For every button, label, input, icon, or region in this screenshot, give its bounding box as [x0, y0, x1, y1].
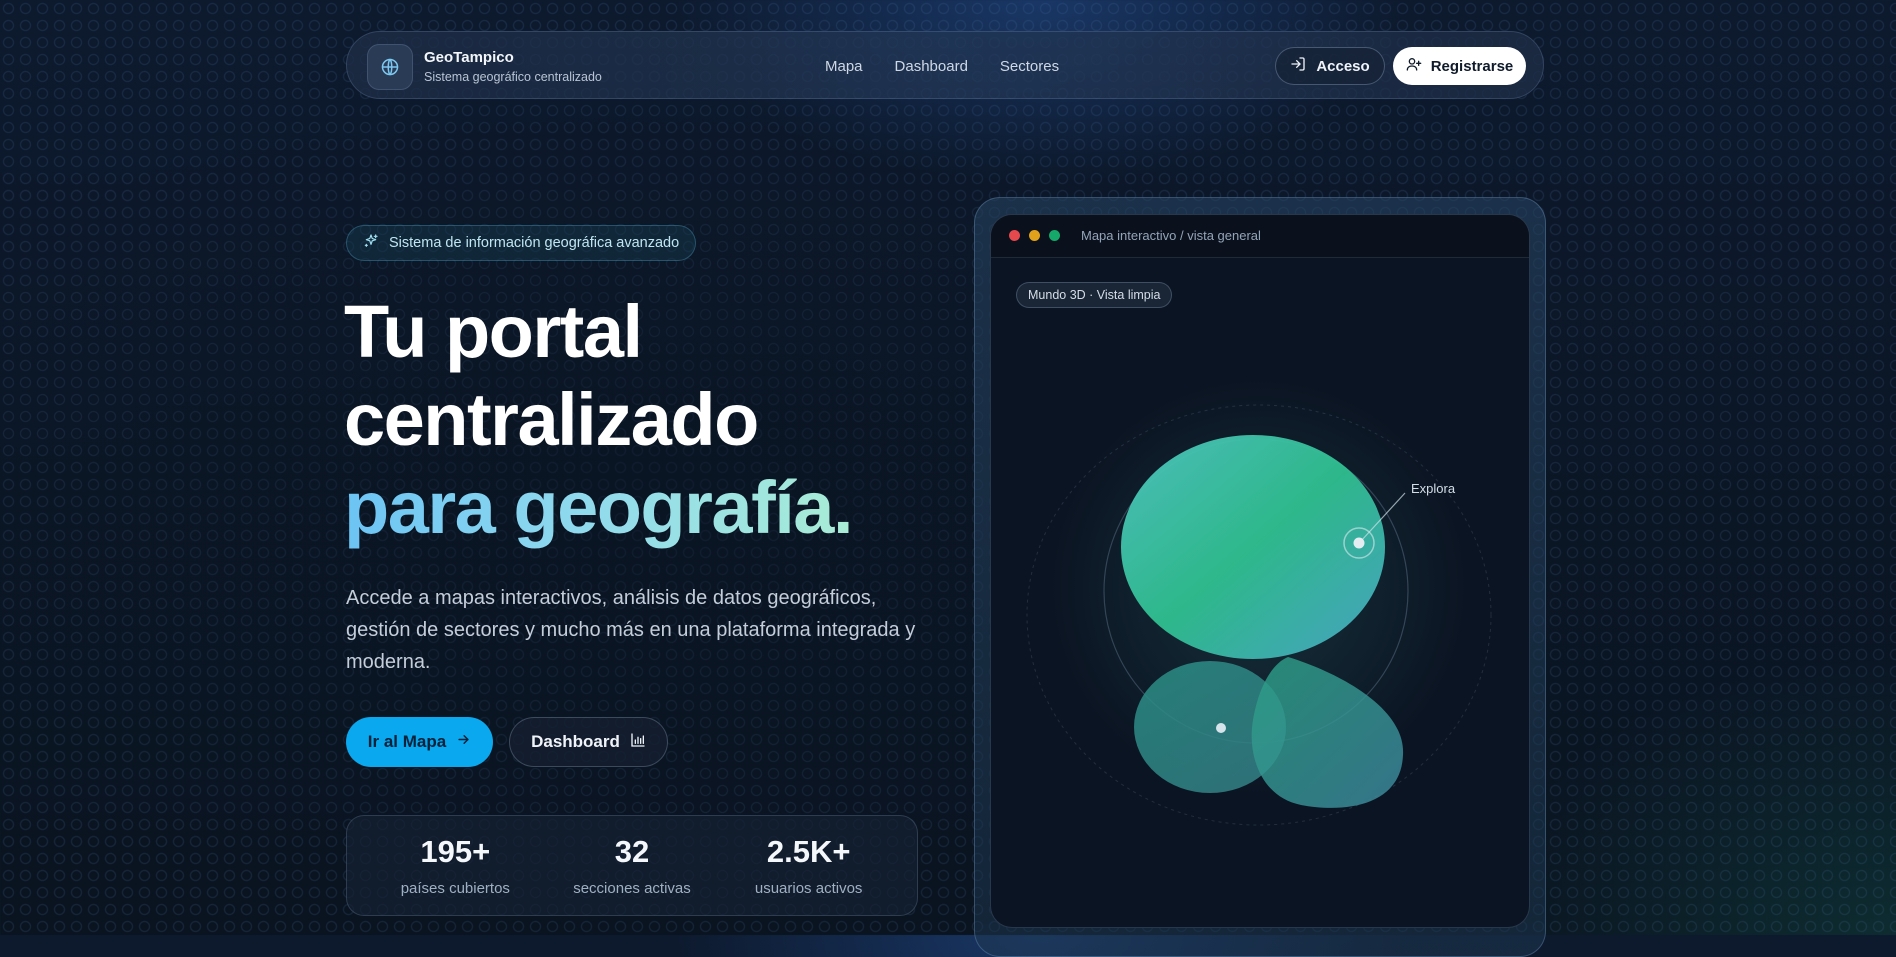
stat-countries: 195+ países cubiertos — [375, 834, 535, 897]
nav-link-sectores[interactable]: Sectores — [1000, 58, 1059, 75]
login-button[interactable]: Acceso — [1275, 47, 1385, 85]
navbar: GeoTampico Sistema geográfico centraliza… — [346, 31, 1544, 99]
globe-illustration[interactable]: Explora — [991, 215, 1530, 928]
register-button[interactable]: Registrarse — [1393, 47, 1526, 85]
hero-badge-label: Sistema de información geográfica avanza… — [389, 235, 680, 251]
globe-icon[interactable] — [367, 44, 413, 90]
hero-title-line2: centralizado — [344, 378, 759, 461]
stat-value: 195+ — [420, 834, 491, 869]
background-pattern — [0, 0, 1896, 935]
stat-label: secciones activas — [573, 880, 691, 897]
hero-lead: Accede a mapas interactivos, análisis de… — [346, 587, 916, 673]
user-plus-icon — [1406, 56, 1422, 76]
brand-title[interactable]: GeoTampico — [424, 49, 514, 66]
register-label: Registrarse — [1430, 57, 1514, 75]
hero-title: Tu portal centralizado para geografía. — [344, 288, 854, 552]
landmass-top — [1121, 435, 1385, 659]
stats-panel: 195+ países cubiertos 32 secciones activ… — [346, 815, 918, 916]
brand-subtitle: Sistema geográfico centralizado — [424, 70, 602, 84]
stat-users: 2.5K+ usuarios activos — [729, 834, 889, 897]
nav-links: Mapa Dashboard Sectores — [825, 32, 1059, 100]
hero-title-line1: Tu portal — [344, 290, 643, 373]
dashboard-button[interactable]: Dashboard — [509, 717, 668, 767]
nav-link-dashboard[interactable]: Dashboard — [895, 58, 968, 75]
sparkles-icon — [363, 233, 379, 253]
background-fade — [0, 0, 1896, 935]
marker-dot — [1216, 723, 1226, 733]
nav-link-mapa[interactable]: Mapa — [825, 58, 863, 75]
hero-badge: Sistema de información geográfica avanza… — [346, 225, 697, 261]
explore-label: Explora — [1411, 481, 1456, 496]
arrow-right-icon — [456, 732, 471, 752]
hero-title-line3: para geografía. — [344, 464, 854, 552]
stat-value: 2.5K+ — [766, 834, 851, 869]
explore-marker-dot — [1353, 537, 1365, 549]
go-to-map-label: Ir al Mapa — [367, 732, 447, 751]
stat-label: usuarios activos — [754, 880, 863, 897]
map-preview-window: Mapa interactivo / vista general Mundo 3… — [990, 214, 1530, 928]
dashboard-label: Dashboard — [531, 732, 620, 751]
go-to-map-button[interactable]: Ir al Mapa — [346, 717, 493, 767]
bar-chart-icon — [630, 732, 646, 753]
stat-value: 32 — [614, 834, 650, 869]
login-label: Acceso — [1316, 57, 1370, 75]
stat-sections: 32 secciones activas — [552, 834, 712, 897]
stat-label: países cubiertos — [400, 880, 510, 897]
login-icon — [1290, 56, 1306, 76]
